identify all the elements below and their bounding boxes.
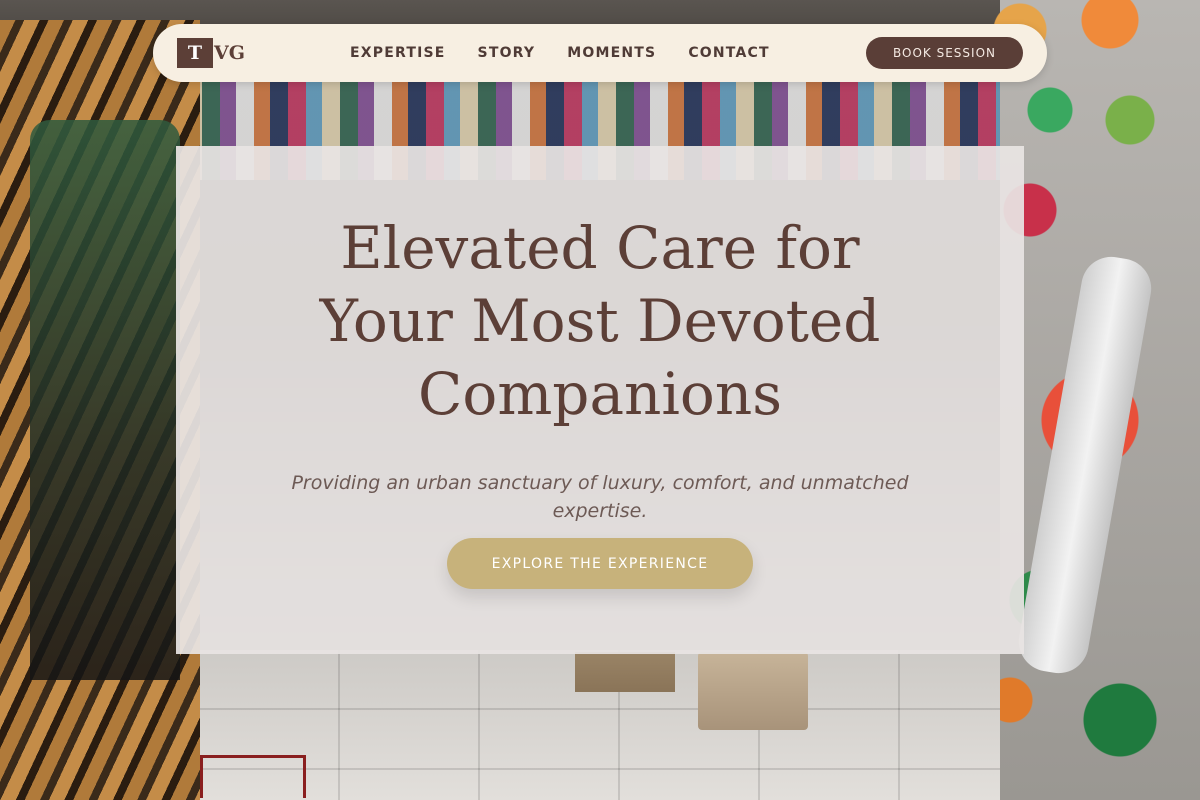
hero-title-line: Companions xyxy=(418,360,782,428)
hero-title: Elevated Care for Your Most Devoted Comp… xyxy=(176,212,1024,431)
nav-link-moments[interactable]: MOMENTS xyxy=(567,45,656,61)
food-bag xyxy=(698,652,808,730)
hanging-jackets xyxy=(30,120,180,680)
book-session-button[interactable]: BOOK SESSION xyxy=(866,37,1023,69)
nav-link-story[interactable]: STORY xyxy=(478,45,536,61)
hero-title-line: Your Most Devoted xyxy=(319,287,881,355)
top-navigation: T VG EXPERTISE STORY MOMENTS CONTACT BOO… xyxy=(153,24,1047,82)
nav-links: EXPERTISE STORY MOMENTS CONTACT xyxy=(350,45,770,61)
hero-subtitle: Providing an urban sanctuary of luxury, … xyxy=(291,472,909,522)
shopping-basket xyxy=(200,755,306,798)
nav-link-contact[interactable]: CONTACT xyxy=(688,45,769,61)
logo-text: VG xyxy=(214,42,245,64)
hero-title-line: Elevated Care for xyxy=(340,214,860,282)
hero-card: Elevated Care for Your Most Devoted Comp… xyxy=(176,146,1024,654)
logo-mark: T xyxy=(177,38,213,68)
food-bag xyxy=(575,652,675,692)
nav-link-expertise[interactable]: EXPERTISE xyxy=(350,45,446,61)
explore-experience-button[interactable]: EXPLORE THE EXPERIENCE xyxy=(447,538,753,589)
site-logo[interactable]: T VG xyxy=(177,38,317,68)
